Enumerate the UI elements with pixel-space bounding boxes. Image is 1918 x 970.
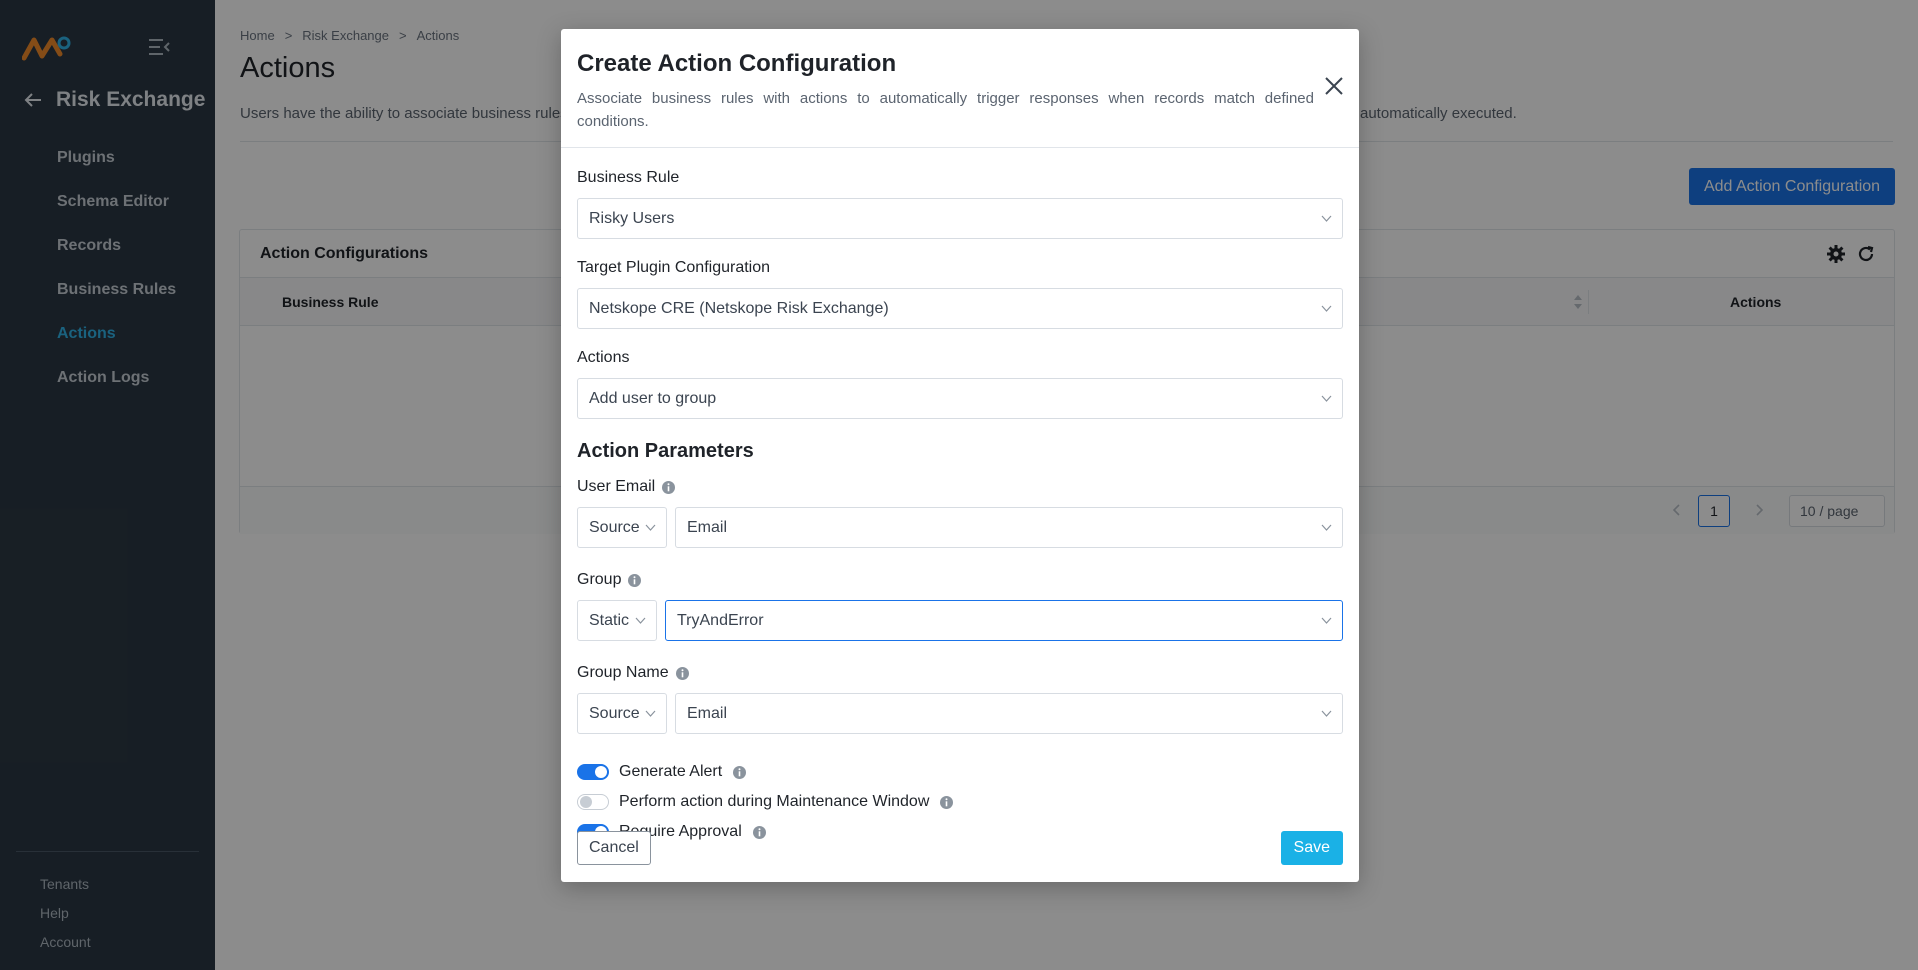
group-name-label: Group Name xyxy=(577,662,1343,684)
maintenance-window-toggle[interactable] xyxy=(577,794,609,810)
chevron-down-icon xyxy=(1321,710,1332,717)
action-parameters-title: Action Parameters xyxy=(577,440,754,462)
group-label-text: Group xyxy=(577,571,622,588)
chevron-down-icon xyxy=(1321,215,1332,222)
user-email-inputs: Source Email xyxy=(577,507,1343,548)
actions-value: Add user to group xyxy=(589,389,717,407)
actions-label-text: Actions xyxy=(577,349,630,366)
create-action-configuration-modal: Create Action Configuration Associate bu… xyxy=(561,29,1359,882)
info-icon[interactable] xyxy=(627,573,642,588)
generate-alert-toggle[interactable] xyxy=(577,764,609,780)
modal-body: Business Rule Risky Users Target Plugin … xyxy=(561,167,1359,847)
chevron-down-icon xyxy=(1321,305,1332,312)
save-button[interactable]: Save xyxy=(1280,831,1343,865)
chevron-down-icon xyxy=(635,617,646,624)
cancel-button[interactable]: Cancel xyxy=(577,831,651,865)
chevron-down-icon xyxy=(645,524,656,531)
modal-header: Create Action Configuration Associate bu… xyxy=(561,29,1359,148)
chevron-down-icon xyxy=(1321,617,1332,624)
group-name-type-value: Source xyxy=(589,704,640,722)
user-email-value: Email xyxy=(687,518,728,536)
group-name-type-select[interactable]: Source xyxy=(577,693,667,734)
group-type-select[interactable]: Static xyxy=(577,600,657,641)
business-rule-select[interactable]: Risky Users xyxy=(577,198,1343,239)
info-icon[interactable] xyxy=(675,666,690,681)
modal-description: Associate business rules with actions to… xyxy=(577,90,1314,130)
generate-alert-label: Generate Alert xyxy=(619,763,723,780)
chevron-down-icon xyxy=(1321,395,1332,402)
target-plugin-label-text: Target Plugin Configuration xyxy=(577,259,771,276)
target-plugin-label: Target Plugin Configuration xyxy=(577,257,1343,279)
info-icon[interactable] xyxy=(732,765,747,780)
business-rule-label-text: Business Rule xyxy=(577,169,680,186)
info-icon[interactable] xyxy=(939,795,954,810)
generate-alert-row: Generate Alert xyxy=(577,757,1343,787)
business-rule-label: Business Rule xyxy=(577,167,1343,189)
group-value: TryAndError xyxy=(677,611,764,629)
close-icon[interactable] xyxy=(1323,75,1345,97)
group-value-select[interactable]: TryAndError xyxy=(665,600,1343,641)
chevron-down-icon xyxy=(645,710,656,717)
toggle-knob xyxy=(580,796,592,808)
group-type-value: Static xyxy=(589,611,630,629)
toggle-knob xyxy=(595,766,607,778)
business-rule-value: Risky Users xyxy=(589,209,675,227)
maintenance-window-row: Perform action during Maintenance Window xyxy=(577,787,1343,817)
actions-select[interactable]: Add user to group xyxy=(577,378,1343,419)
info-icon[interactable] xyxy=(661,480,676,495)
user-email-label-text: User Email xyxy=(577,478,656,495)
user-email-type-select[interactable]: Source xyxy=(577,507,667,548)
group-name-label-text: Group Name xyxy=(577,664,669,681)
target-plugin-value: Netskope CRE (Netskope Risk Exchange) xyxy=(589,299,889,317)
user-email-label: User Email xyxy=(577,476,1343,498)
group-label: Group xyxy=(577,569,1343,591)
target-plugin-select[interactable]: Netskope CRE (Netskope Risk Exchange) xyxy=(577,288,1343,329)
maintenance-window-label: Perform action during Maintenance Window xyxy=(619,793,930,810)
user-email-type-value: Source xyxy=(589,518,640,536)
group-name-value: Email xyxy=(687,704,728,722)
actions-label: Actions xyxy=(577,347,1343,369)
chevron-down-icon xyxy=(1321,524,1332,531)
modal-title: Create Action Configuration xyxy=(577,50,897,77)
modal-footer: Cancel Save xyxy=(577,831,1343,865)
group-inputs: Static TryAndError xyxy=(577,600,1343,641)
user-email-value-select[interactable]: Email xyxy=(675,507,1343,548)
group-name-value-select[interactable]: Email xyxy=(675,693,1343,734)
group-name-inputs: Source Email xyxy=(577,693,1343,734)
